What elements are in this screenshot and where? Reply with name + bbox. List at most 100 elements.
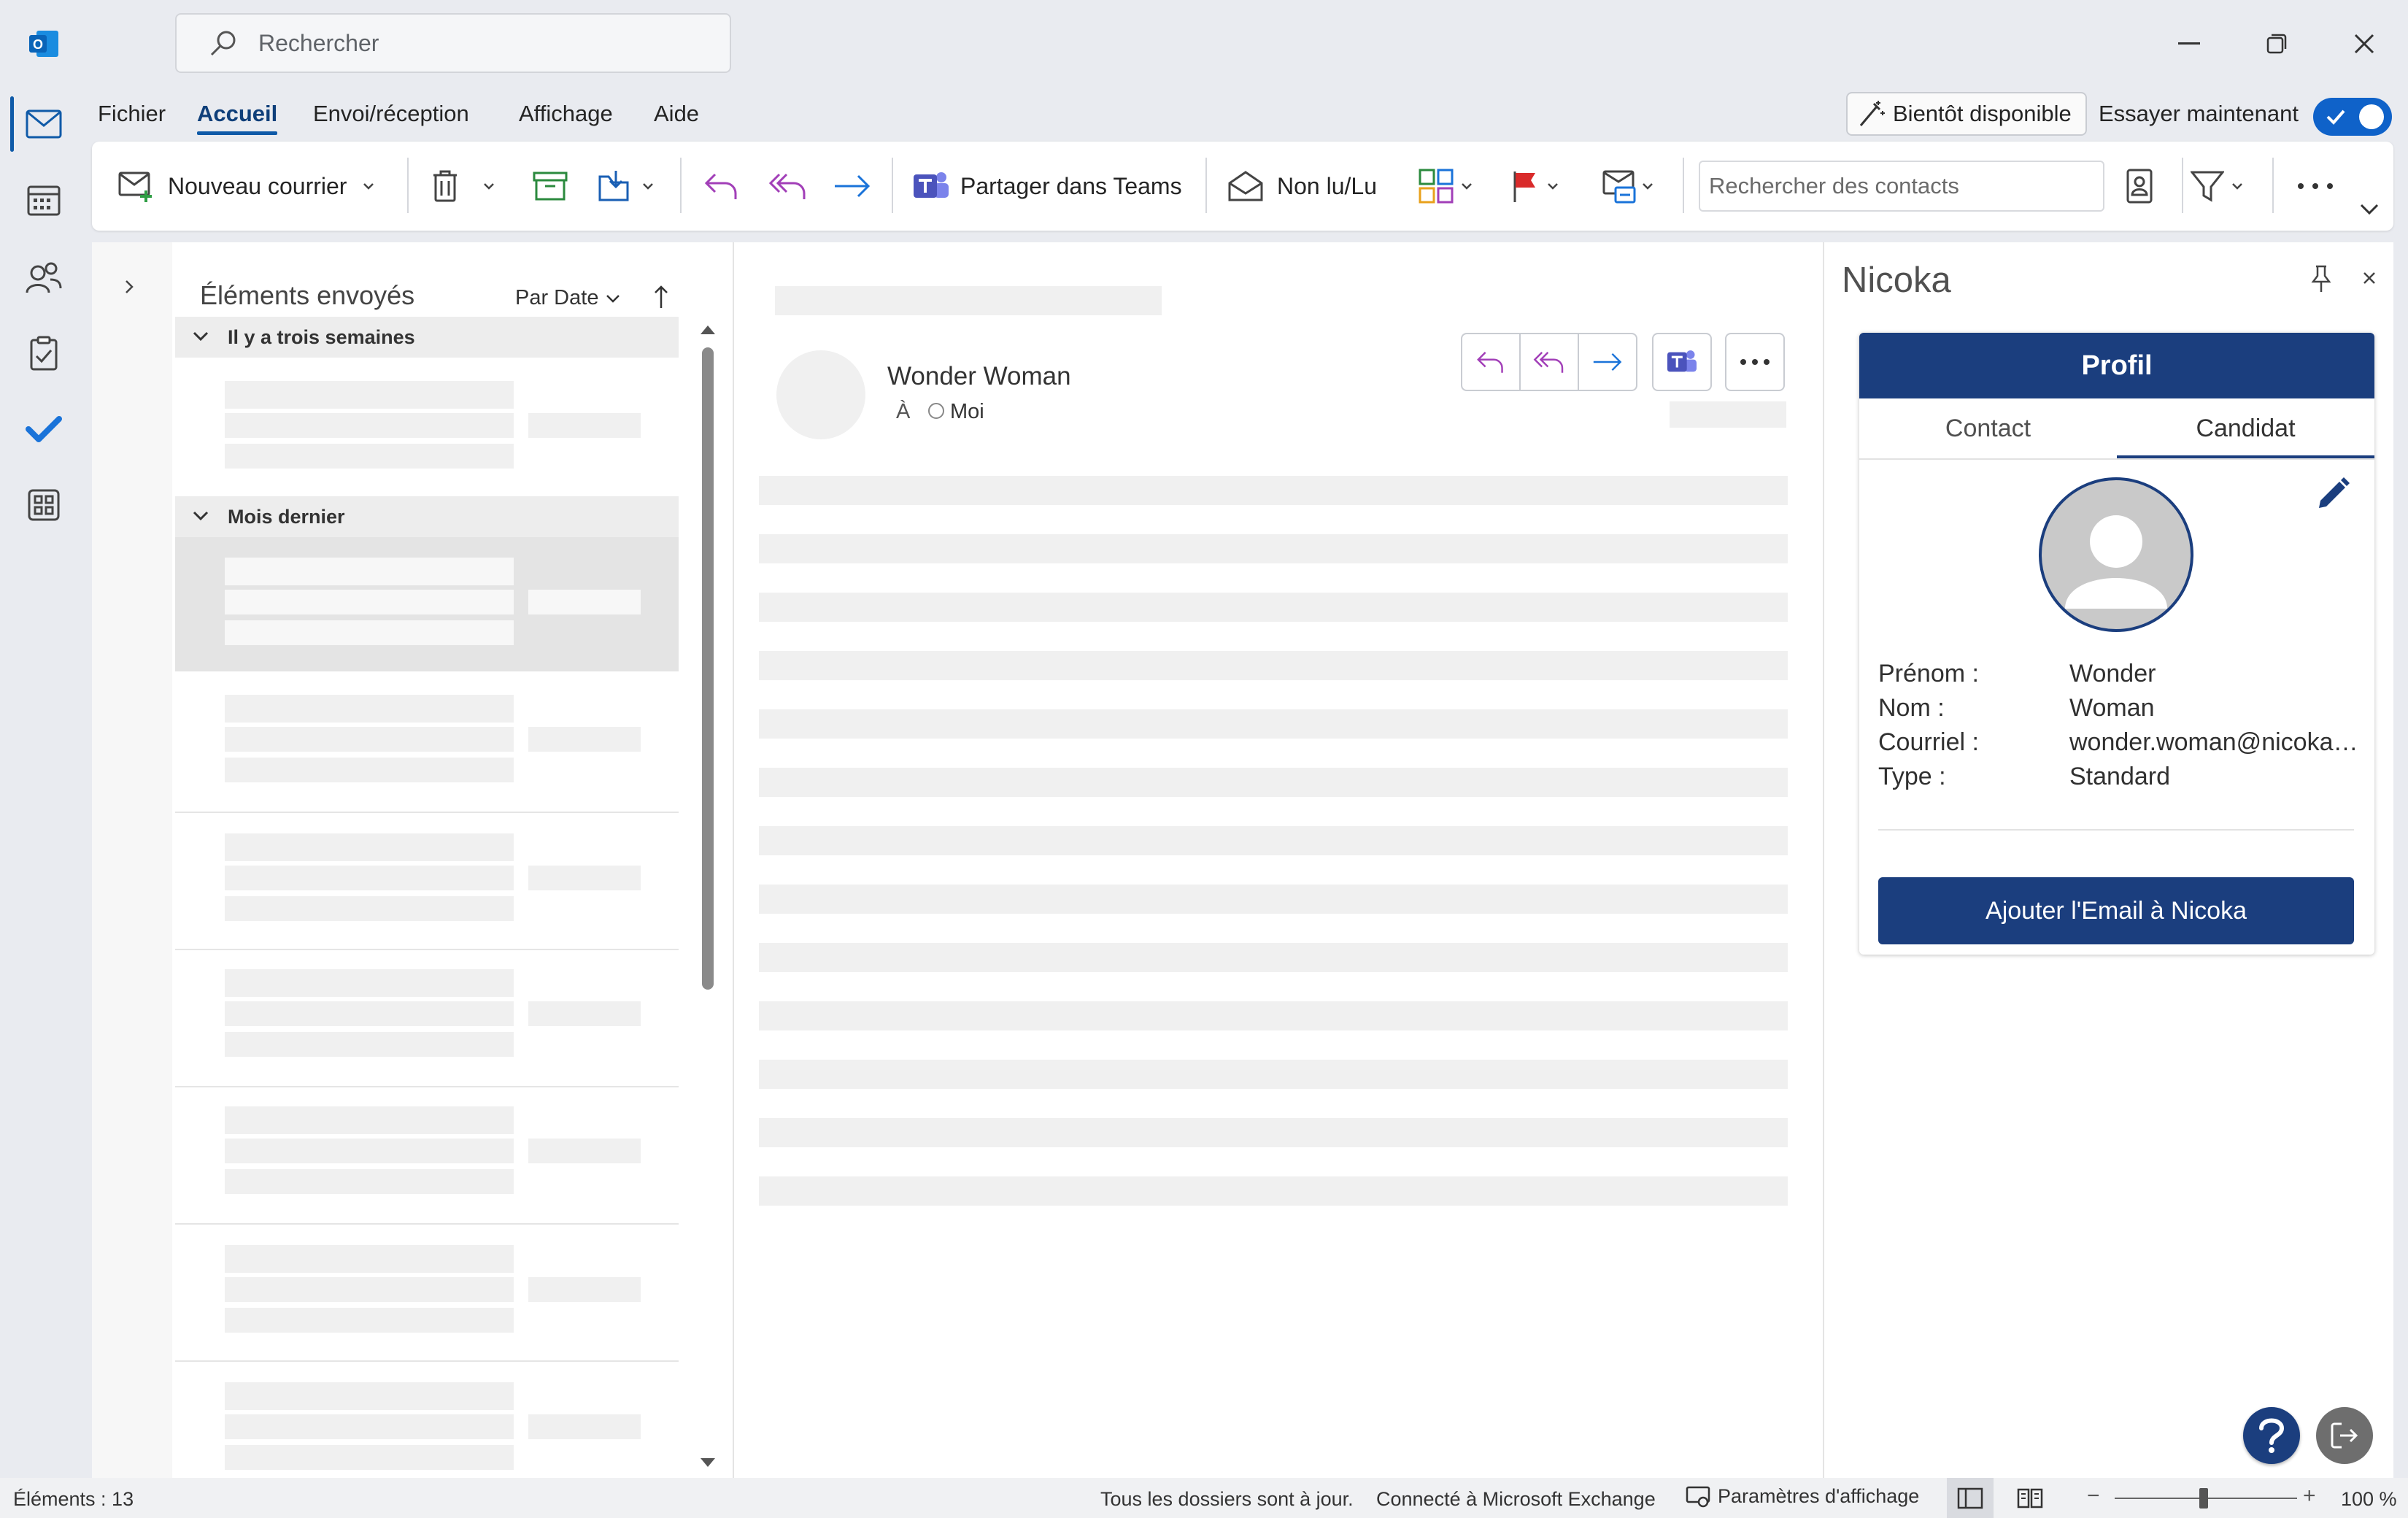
- global-search-input[interactable]: Rechercher: [175, 13, 731, 73]
- logout-icon[interactable]: [2316, 1407, 2373, 1464]
- people-icon[interactable]: [15, 248, 73, 307]
- group-header[interactable]: Mois dernier: [175, 496, 679, 537]
- body-line-placeholder: [759, 885, 1788, 914]
- sender-name[interactable]: Wonder Woman: [887, 362, 1071, 391]
- subject-placeholder: [775, 286, 1162, 315]
- minimize-icon[interactable]: [2160, 15, 2218, 73]
- todo-check-icon[interactable]: [15, 400, 73, 458]
- edit-pencil-icon[interactable]: [2315, 476, 2351, 512]
- contact-search-input[interactable]: Rechercher des contacts: [1699, 161, 2104, 212]
- coming-soon-button[interactable]: Bientôt disponible: [1846, 92, 2087, 136]
- display-settings-button[interactable]: Paramètres d'affichage: [1686, 1485, 1919, 1508]
- sort-direction-icon[interactable]: [654, 285, 668, 309]
- reply-all-button[interactable]: [769, 162, 807, 210]
- menu-accueil[interactable]: Accueil: [197, 101, 277, 127]
- teams-icon: [1666, 347, 1698, 377]
- categorize-button[interactable]: [1419, 162, 1473, 210]
- new-mail-button[interactable]: Nouveau courrier: [118, 162, 374, 210]
- tasks-icon[interactable]: [15, 324, 73, 382]
- text-placeholder: [528, 866, 641, 890]
- scroll-up-icon[interactable]: [699, 324, 717, 336]
- text-placeholder: [225, 1106, 514, 1134]
- list-item[interactable]: [172, 1245, 683, 1340]
- chevron-down-icon: [1642, 182, 1653, 190]
- tab-candidat[interactable]: Candidat: [2117, 398, 2374, 458]
- list-item[interactable]: [172, 558, 683, 652]
- categorize-icon: [1419, 169, 1454, 204]
- chevron-down-icon: [2231, 182, 2243, 190]
- zoom-slider-thumb[interactable]: [2199, 1488, 2208, 1509]
- text-placeholder: [225, 727, 514, 752]
- archive-icon: [533, 172, 568, 201]
- ribbon-expand-button[interactable]: [2360, 185, 2379, 234]
- zoom-out-icon[interactable]: −: [2087, 1484, 2100, 1509]
- row-divider: [175, 1223, 679, 1225]
- sort-by-button[interactable]: Par Date: [515, 286, 620, 310]
- group-label: Il y a trois semaines: [228, 325, 415, 348]
- add-email-button[interactable]: Ajouter l'Email à Nicoka: [1878, 877, 2354, 944]
- body-line-placeholder: [759, 943, 1788, 972]
- list-item[interactable]: [172, 381, 683, 476]
- message-more-button[interactable]: [1725, 333, 1785, 391]
- forward-button[interactable]: [833, 162, 871, 210]
- text-placeholder: [225, 1308, 514, 1333]
- list-item[interactable]: [172, 833, 683, 928]
- contact-search-placeholder: Rechercher des contacts: [1709, 173, 1959, 199]
- filter-button[interactable]: [2191, 162, 2243, 210]
- calendar-icon[interactable]: [15, 171, 73, 229]
- profile-avatar: [2039, 477, 2193, 632]
- text-placeholder: [225, 590, 514, 614]
- reply-button[interactable]: [1461, 333, 1521, 391]
- normal-view-button[interactable]: [1947, 1478, 1994, 1518]
- body-line-placeholder: [759, 709, 1788, 739]
- help-icon[interactable]: [2243, 1407, 2300, 1464]
- chevron-down-icon: [606, 294, 620, 303]
- list-item[interactable]: [172, 695, 683, 790]
- teams-share-button[interactable]: [1652, 333, 1712, 391]
- profile-card-title: Profil: [1859, 333, 2374, 398]
- archive-button[interactable]: [533, 162, 568, 210]
- zoom-in-icon[interactable]: +: [2303, 1484, 2316, 1509]
- body-line-placeholder: [759, 1001, 1788, 1030]
- menu-envoi-reception[interactable]: Envoi/réception: [313, 101, 469, 127]
- more-icon: [2297, 182, 2334, 190]
- sort-label: Par Date: [515, 286, 599, 309]
- pin-icon[interactable]: [2310, 264, 2332, 293]
- unread-read-button[interactable]: Non lu/Lu: [1227, 162, 1377, 210]
- address-book-button[interactable]: [2125, 162, 2154, 210]
- move-button[interactable]: [597, 162, 654, 210]
- teams-icon: [912, 169, 950, 204]
- recipient-name[interactable]: Moi: [950, 400, 984, 424]
- svg-text:O: O: [33, 37, 43, 52]
- list-item[interactable]: [172, 1382, 683, 1477]
- menu-aide[interactable]: Aide: [654, 101, 699, 127]
- reading-view-icon[interactable]: [2015, 1487, 2045, 1509]
- reply-all-button[interactable]: [1519, 333, 1579, 391]
- list-item[interactable]: [172, 1106, 683, 1201]
- mail-icon[interactable]: [15, 95, 73, 153]
- list-item[interactable]: [172, 969, 683, 1064]
- menu-affichage[interactable]: Affichage: [519, 101, 613, 127]
- forward-button[interactable]: [1578, 333, 1637, 391]
- tab-divider: [1859, 458, 2374, 460]
- menu-fichier[interactable]: Fichier: [98, 101, 166, 127]
- scrollbar-thumb[interactable]: [702, 347, 714, 990]
- rules-button[interactable]: [1602, 162, 1653, 210]
- tab-contact[interactable]: Contact: [1859, 398, 2117, 458]
- close-icon[interactable]: [2335, 15, 2393, 73]
- text-placeholder: [225, 1382, 514, 1410]
- expand-folder-pane-icon[interactable]: [124, 279, 134, 295]
- delete-button[interactable]: [431, 162, 495, 210]
- apps-icon[interactable]: [15, 476, 73, 534]
- more-options-button[interactable]: [2297, 162, 2334, 210]
- flag-button[interactable]: [1510, 162, 1559, 210]
- group-header[interactable]: Il y a trois semaines: [175, 317, 679, 358]
- restore-icon[interactable]: [2247, 15, 2306, 73]
- try-now-toggle[interactable]: [2313, 98, 2392, 136]
- reply-button[interactable]: [703, 162, 740, 210]
- outlook-logo-icon: O: [15, 15, 73, 73]
- close-icon[interactable]: [2363, 271, 2376, 285]
- share-teams-button[interactable]: Partager dans Teams: [912, 162, 1182, 210]
- text-placeholder: [225, 1032, 514, 1057]
- scroll-down-icon[interactable]: [699, 1457, 717, 1468]
